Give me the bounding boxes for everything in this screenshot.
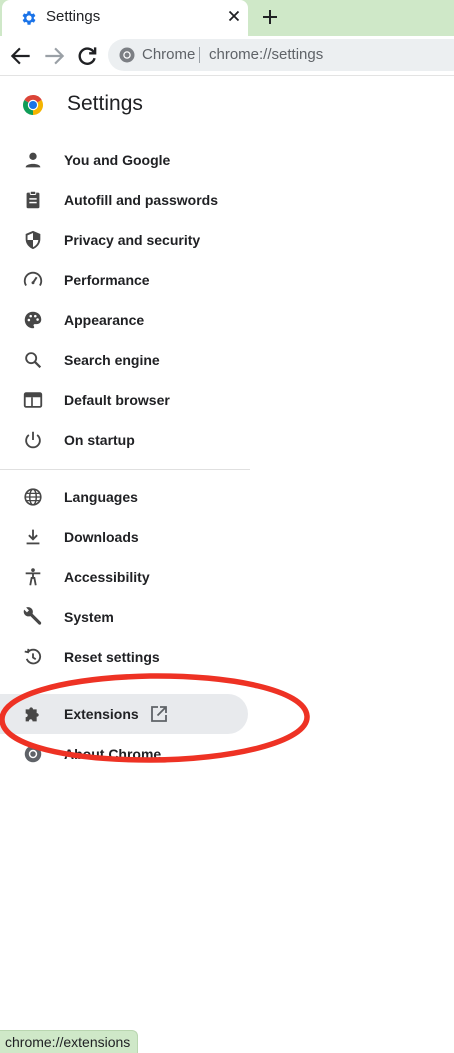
search-icon — [25, 352, 42, 369]
menu-item-label: Appearance — [64, 312, 145, 328]
forward-arrow-icon[interactable] — [41, 43, 67, 69]
status-bubble: chrome://extensions — [0, 1030, 139, 1053]
close-icon[interactable] — [224, 6, 244, 26]
menu-item-label: On startup — [64, 432, 135, 448]
menu-item-label: You and Google — [64, 152, 171, 168]
wrench-icon — [23, 607, 42, 625]
menu-item-label: Downloads — [64, 529, 139, 545]
address-chip: Chrome — [142, 46, 196, 63]
accessibility-icon — [25, 568, 41, 586]
download-icon — [26, 529, 40, 545]
menu-item-label: Default browser — [64, 392, 170, 408]
menu-item-label: Languages — [64, 489, 138, 505]
gear-icon — [22, 11, 36, 25]
shield-icon — [25, 230, 41, 250]
reload-icon[interactable] — [74, 43, 100, 69]
palette-icon — [24, 311, 42, 329]
address-bar[interactable]: Chrome chrome://settings — [108, 39, 454, 71]
menu-item-you-and-google[interactable]: You and Google — [0, 140, 250, 180]
menu-divider — [0, 469, 250, 470]
menu-item-system[interactable]: System — [0, 597, 250, 637]
back-arrow-icon[interactable] — [8, 43, 34, 69]
menu-item-default-browser[interactable]: Default browser — [0, 380, 250, 420]
menu-item-label: Search engine — [64, 352, 160, 368]
chrome-logo-icon — [23, 95, 43, 115]
menu-item-about-chrome[interactable]: About Chrome — [0, 734, 250, 774]
menu-item-accessibility[interactable]: Accessibility — [0, 557, 250, 597]
menu-item-label: Performance — [64, 272, 150, 288]
open-in-new-icon[interactable] — [149, 704, 169, 724]
person-icon — [25, 152, 41, 168]
menu-item-label: Accessibility — [64, 569, 150, 585]
menu-item-reset-settings[interactable]: Reset settings — [0, 637, 250, 677]
tab-title: Settings — [46, 8, 101, 25]
tab-settings[interactable]: Settings — [2, 0, 248, 36]
plus-icon[interactable] — [258, 5, 282, 29]
menu-item-label: Privacy and security — [64, 232, 201, 248]
page-title: Settings — [67, 92, 143, 115]
menu-item-on-startup[interactable]: On startup — [0, 420, 250, 460]
chrome-logo-icon — [24, 745, 42, 763]
menu-item-label: About Chrome — [64, 746, 162, 762]
menu-item-appearance[interactable]: Appearance — [0, 300, 250, 340]
menu-item-languages[interactable]: Languages — [0, 477, 250, 517]
menu-item-downloads[interactable]: Downloads — [0, 517, 250, 557]
menu-item-label: Reset settings — [64, 649, 160, 665]
menu-item-label: Extensions — [64, 706, 139, 722]
address-url[interactable]: chrome://settings — [209, 46, 323, 63]
chrome-logo-icon — [119, 47, 135, 63]
menu-item-extensions[interactable]: Extensions — [0, 694, 248, 734]
history-icon — [24, 648, 42, 665]
menu-item-search-engine[interactable]: Search engine — [0, 340, 250, 380]
globe-icon — [24, 488, 42, 506]
menu-item-privacy[interactable]: Privacy and security — [0, 220, 250, 260]
menu-item-label: Autofill and passwords — [64, 192, 219, 208]
menu-item-performance[interactable]: Performance — [0, 260, 250, 300]
menu-item-label: System — [64, 609, 114, 625]
clipboard-icon — [26, 190, 40, 209]
menu-item-autofill[interactable]: Autofill and passwords — [0, 180, 250, 220]
speedometer-icon — [23, 271, 43, 287]
power-icon — [25, 431, 41, 449]
browser-window-icon — [23, 392, 43, 408]
toolbar: Chrome chrome://settings — [0, 36, 454, 76]
tab-strip: Settings — [0, 0, 454, 36]
address-separator — [199, 47, 200, 63]
puzzle-icon — [25, 707, 39, 722]
